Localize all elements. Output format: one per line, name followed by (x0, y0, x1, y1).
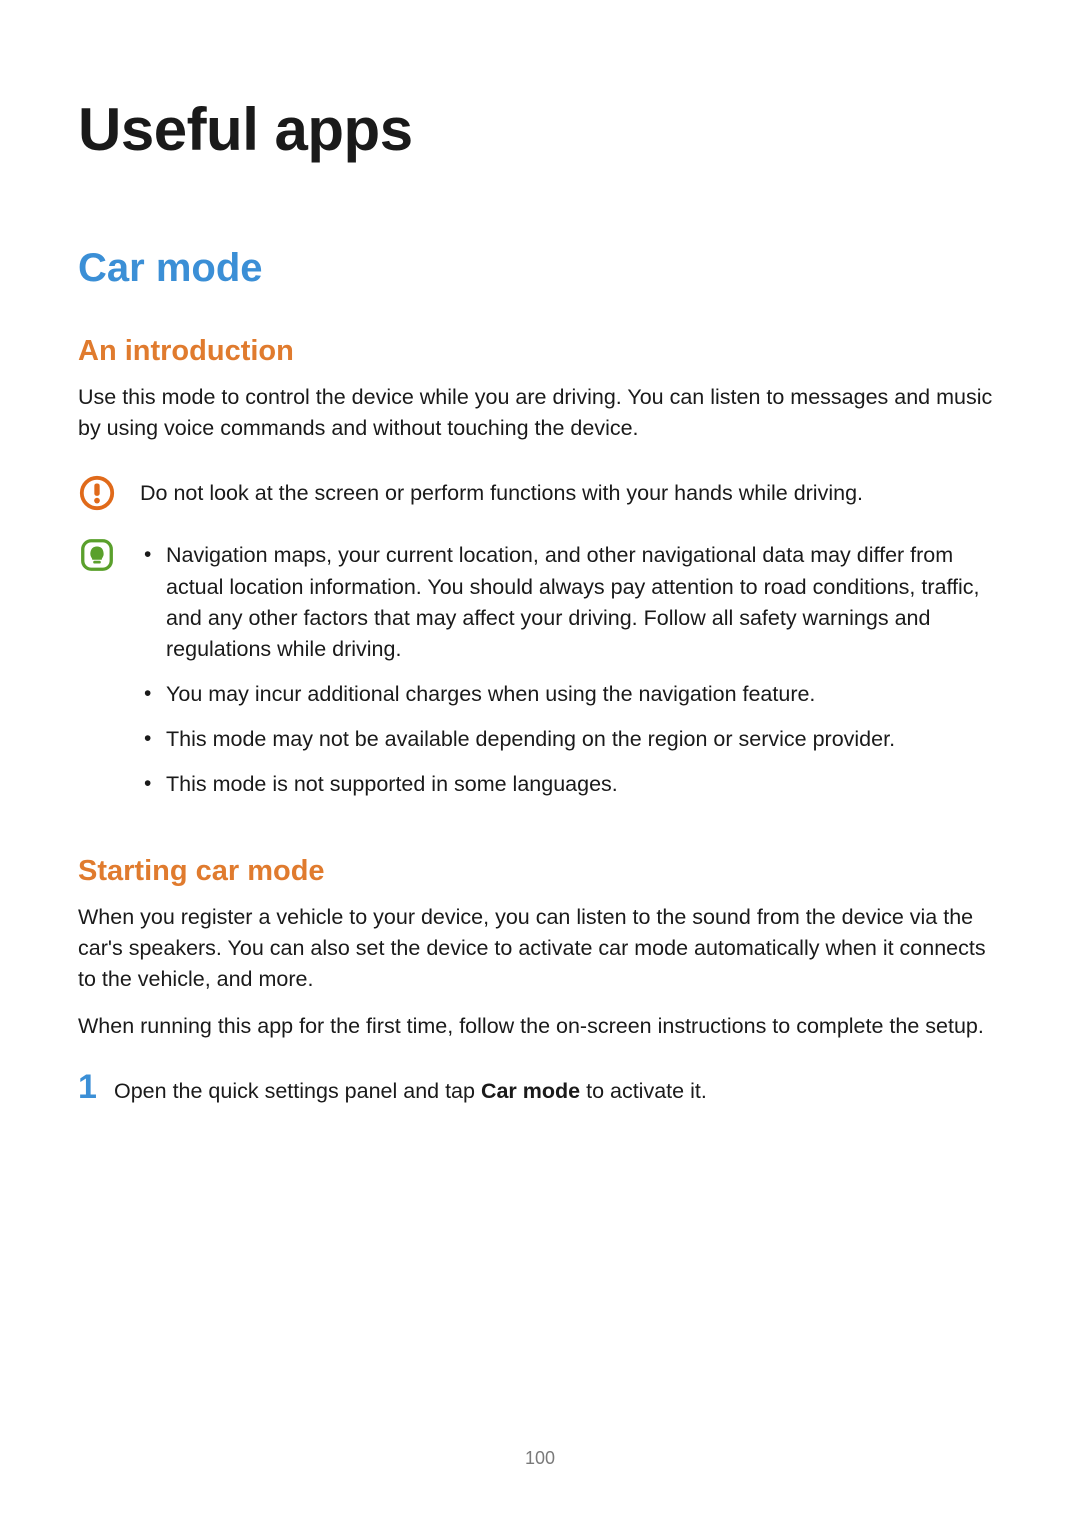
warning-callout: Do not look at the screen or perform fun… (78, 472, 1002, 512)
start-body-1: When you register a vehicle to your devi… (78, 902, 1002, 996)
list-item: This mode may not be available depending… (140, 724, 1002, 755)
start-body-2: When running this app for the first time… (78, 1011, 1002, 1042)
note-body: Navigation maps, your current location, … (140, 534, 1002, 814)
intro-body: Use this mode to control the device whil… (78, 382, 1002, 444)
step-suffix: to activate it. (580, 1079, 707, 1103)
icon-slot (78, 472, 140, 512)
warning-icon (78, 474, 116, 512)
list-item: This mode is not supported in some langu… (140, 769, 1002, 800)
step-text: Open the quick settings panel and tap Ca… (114, 1076, 707, 1107)
list-item: You may incur additional charges when us… (140, 679, 1002, 710)
list-item: Navigation maps, your current location, … (140, 540, 1002, 665)
page-number: 100 (0, 1448, 1080, 1469)
intro-heading: An introduction (78, 335, 1002, 368)
section-heading: Car mode (78, 246, 1002, 291)
note-list: Navigation maps, your current location, … (140, 540, 1002, 800)
warning-text: Do not look at the screen or perform fun… (140, 472, 1002, 509)
start-heading: Starting car mode (78, 855, 1002, 888)
icon-slot (78, 534, 140, 574)
page-title: Useful apps (78, 95, 1002, 164)
step-bold: Car mode (481, 1079, 580, 1103)
note-icon (78, 536, 116, 574)
step-prefix: Open the quick settings panel and tap (114, 1079, 481, 1103)
note-callout: Navigation maps, your current location, … (78, 534, 1002, 814)
step-number: 1 (78, 1070, 114, 1104)
document-page: Useful apps Car mode An introduction Use… (0, 0, 1080, 1107)
numbered-step: 1 Open the quick settings panel and tap … (78, 1070, 1002, 1107)
